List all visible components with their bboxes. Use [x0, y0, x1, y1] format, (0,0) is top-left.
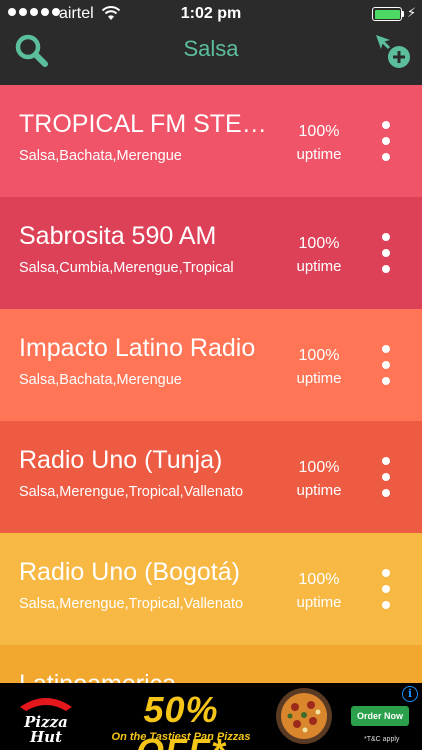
station-row[interactable]: Radio Uno (Tunja) Salsa,Merengue,Tropical… [0, 421, 422, 533]
more-options-icon[interactable] [376, 569, 396, 609]
battery-tip [402, 11, 404, 17]
uptime-value: 100% [298, 347, 340, 364]
pizza-hut-logo: Pizza Hut [6, 687, 86, 747]
station-row[interactable]: Radio Uno (Bogotá) Salsa,Merengue,Tropica… [0, 533, 422, 645]
station-genres: Salsa,Cumbia,Merengue,Tropical [19, 260, 234, 276]
more-options-icon[interactable] [376, 457, 396, 497]
more-options-icon[interactable] [376, 233, 396, 273]
station-genres: Salsa,Merengue,Tropical,Vallenato [19, 484, 244, 500]
uptime-value: 100% [298, 235, 340, 252]
station-name: Radio Uno (Bogotá) [19, 558, 240, 586]
uptime-label: uptime [296, 258, 342, 275]
station-row[interactable]: Latinoamerica [0, 645, 422, 683]
uptime-label: uptime [296, 370, 342, 387]
battery-icon [372, 7, 402, 21]
uptime-label: uptime [296, 146, 342, 163]
station-name: TROPICAL FM STE… [19, 110, 267, 138]
page-title: Salsa [183, 36, 239, 61]
ad-terms: *T&C apply [364, 736, 400, 743]
station-genres: Salsa,Merengue,Tropical,Vallenato [19, 596, 244, 612]
status-time: 1:02 pm [180, 5, 242, 22]
station-name: Latinoamerica [19, 670, 289, 683]
ad-banner[interactable]: Pizza Hut 50% OFF* On the Tastiest Pan P… [0, 683, 422, 750]
station-name: Impacto Latino Radio [19, 334, 256, 362]
uptime-value: 100% [298, 123, 340, 140]
pizza-image [275, 687, 333, 745]
uptime-value: 100% [298, 459, 340, 476]
station-row[interactable]: Sabrosita 590 AM Salsa,Cumbia,Merengue,Tr… [0, 197, 422, 309]
uptime-label: uptime [296, 482, 342, 499]
add-station-icon[interactable] [372, 31, 414, 73]
order-now-button[interactable]: Order Now [351, 706, 409, 726]
station-genres: Salsa,Bachata,Merengue [19, 148, 182, 164]
charging-bolt-icon: ⚡ [407, 5, 417, 20]
more-options-icon[interactable] [376, 121, 396, 161]
station-row[interactable]: TROPICAL FM STE… Salsa,Bachata,Merengue 10… [0, 85, 422, 197]
ad-tagline: On the Tastiest Pan Pizzas [111, 731, 251, 743]
svg-text:Hut: Hut [29, 728, 62, 746]
station-name: Radio Uno (Tunja) [19, 446, 223, 474]
nav-bar: Salsa [0, 28, 422, 85]
ad-info-icon[interactable]: i [402, 686, 418, 702]
station-row[interactable]: Impacto Latino Radio Salsa,Bachata,Mereng… [0, 309, 422, 421]
uptime-label: uptime [296, 594, 342, 611]
station-name: Sabrosita 590 AM [19, 222, 217, 250]
uptime-value: 100% [298, 571, 340, 588]
station-list: TROPICAL FM STE… Salsa,Bachata,Merengue 10… [0, 85, 422, 683]
status-bar: airtel 1:02 pm ⚡ [0, 0, 422, 28]
station-genres: Salsa,Bachata,Merengue [19, 372, 182, 388]
more-options-icon[interactable] [376, 345, 396, 385]
